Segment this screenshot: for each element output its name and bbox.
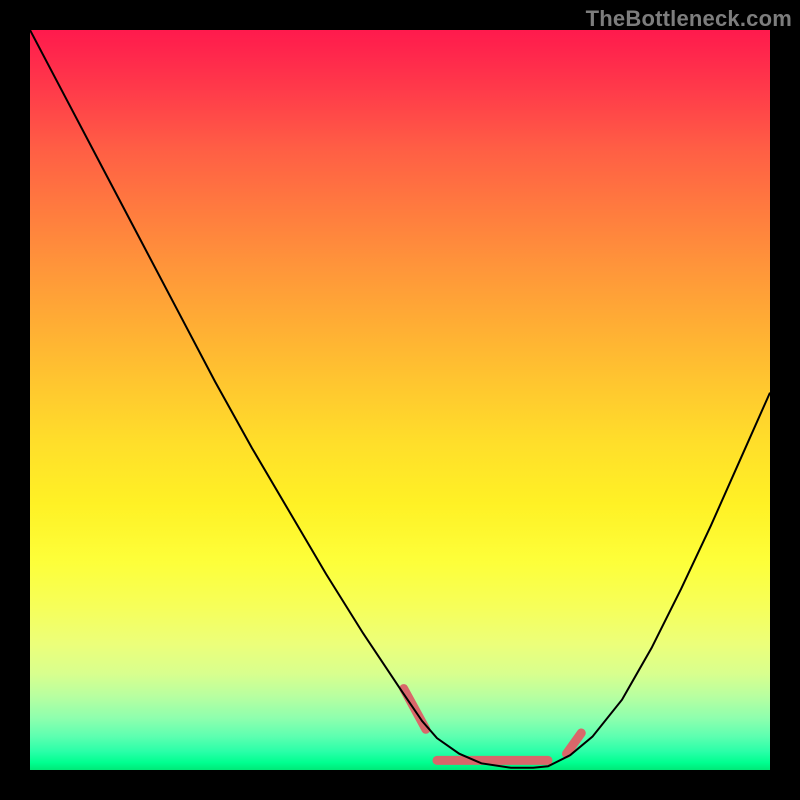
watermark-text: TheBottleneck.com	[586, 6, 792, 32]
chart-frame: TheBottleneck.com	[0, 0, 800, 800]
bottleneck-curve	[30, 30, 770, 768]
plot-area	[30, 30, 770, 770]
annotation-right-tick	[567, 733, 582, 754]
bottleneck-svg	[30, 30, 770, 770]
